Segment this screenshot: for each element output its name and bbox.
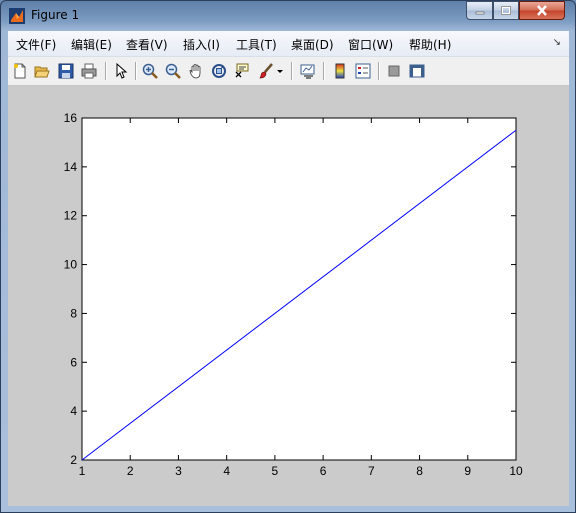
rotate-3d-icon[interactable] (209, 61, 229, 81)
menu-insert[interactable]: 插入(I) (183, 36, 220, 53)
menu-desktop[interactable]: 桌面(D) (291, 36, 334, 53)
print-icon[interactable] (79, 61, 99, 81)
link-plot-icon[interactable] (298, 61, 318, 81)
zoom-out-icon[interactable] (163, 61, 183, 81)
colorbar-icon[interactable] (330, 61, 350, 81)
close-button[interactable] (519, 1, 565, 20)
open-file-icon[interactable] (32, 61, 52, 81)
window-title: Figure 1 (31, 8, 80, 22)
select-arrow-icon[interactable] (111, 61, 131, 81)
x-tick-label: 2 (127, 464, 134, 478)
hide-plot-tools-icon[interactable] (384, 61, 404, 81)
pan-hand-icon[interactable] (186, 61, 206, 81)
toolbar-separator (105, 62, 107, 80)
save-icon[interactable] (56, 61, 76, 81)
matlab-icon (9, 8, 25, 24)
brush-icon[interactable] (256, 61, 276, 81)
close-icon (537, 5, 547, 16)
x-tick-label: 10 (509, 464, 523, 478)
show-plot-tools-icon[interactable] (407, 61, 427, 81)
brush-dropdown-icon[interactable] (274, 61, 286, 81)
toolbar-separator (291, 62, 293, 80)
x-tick-label: 8 (416, 464, 423, 478)
y-tick-label: 8 (70, 306, 77, 320)
y-tick-label: 16 (64, 111, 78, 125)
data-cursor-icon[interactable] (232, 61, 252, 81)
plot-axes[interactable]: 1 2 3 4 5 6 7 8 9 10246810121416 (8, 86, 569, 506)
toolbar-separator (323, 62, 325, 80)
axes-box (81, 117, 517, 461)
toolbar-separator (135, 62, 137, 80)
menu-view[interactable]: 查看(V) (126, 36, 168, 53)
toolbar-separator (378, 62, 380, 80)
y-tick-label: 2 (70, 453, 77, 467)
y-tick-label: 6 (70, 355, 77, 369)
menu-edit[interactable]: 编辑(E) (71, 36, 112, 53)
figure-window: Figure 1 文件(F) 编辑(E) 查看(V) 插入(I) 工具(T) 桌… (0, 0, 576, 513)
new-figure-icon[interactable] (10, 61, 30, 81)
figure-toolbar (8, 57, 569, 86)
title-bar[interactable]: Figure 1 (1, 1, 575, 31)
x-tick-label: 7 (368, 464, 375, 478)
y-tick-label: 12 (64, 209, 78, 223)
legend-icon[interactable] (353, 61, 373, 81)
x-tick-label: 6 (320, 464, 327, 478)
figure-canvas[interactable]: 1 2 3 4 5 6 7 8 9 10 2 4 6 8 10 12 14 16 (8, 86, 569, 506)
x-tick-label: 4 (223, 464, 230, 478)
maximize-button[interactable] (493, 1, 519, 20)
y-tick-label: 10 (64, 258, 78, 272)
menu-help[interactable]: 帮助(H) (409, 36, 451, 53)
zoom-in-icon[interactable] (140, 61, 160, 81)
client-area: 文件(F) 编辑(E) 查看(V) 插入(I) 工具(T) 桌面(D) 窗口(W… (8, 31, 569, 506)
y-tick-label: 14 (64, 160, 78, 174)
menu-file[interactable]: 文件(F) (16, 36, 56, 53)
menu-bar: 文件(F) 编辑(E) 查看(V) 插入(I) 工具(T) 桌面(D) 窗口(W… (8, 31, 569, 57)
x-tick-label: 3 (175, 464, 182, 478)
menu-window[interactable]: 窗口(W) (348, 36, 393, 53)
x-tick-label: 5 (272, 464, 279, 478)
double-chevron-icon[interactable]: ↘ (553, 37, 561, 48)
x-tick-label: 9 (464, 464, 471, 478)
x-tick-label: 1 (79, 464, 86, 478)
maximize-icon (501, 6, 511, 15)
menu-tools[interactable]: 工具(T) (236, 36, 277, 53)
minimize-icon (475, 11, 484, 14)
y-tick-label: 4 (70, 404, 77, 418)
minimize-button[interactable] (466, 1, 493, 20)
